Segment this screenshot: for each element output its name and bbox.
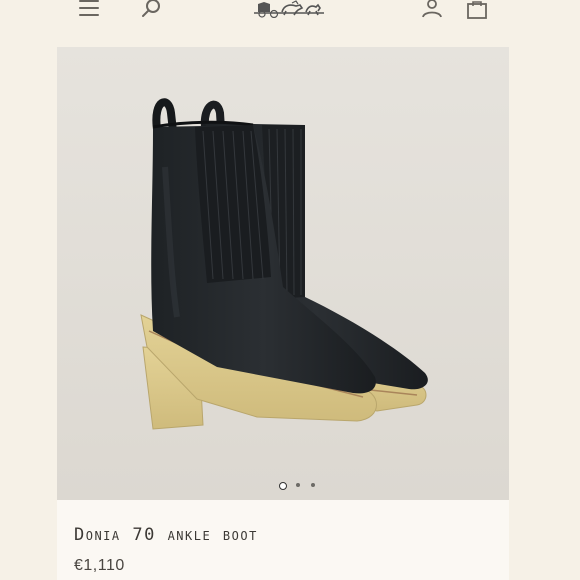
carriage-logo[interactable] <box>252 0 326 19</box>
product-card: Donia 70 ankle boot €1,110 <box>57 47 509 580</box>
product-image[interactable] <box>57 47 509 500</box>
carousel-dot-2[interactable] <box>296 483 300 487</box>
product-price: €1,110 <box>74 557 125 574</box>
account-icon[interactable] <box>420 0 444 20</box>
top-navigation-bar <box>0 0 580 26</box>
product-name[interactable]: Donia 70 ankle boot <box>74 525 258 545</box>
menu-icon[interactable] <box>79 0 99 18</box>
shopping-bag-icon[interactable] <box>464 0 490 20</box>
carousel-dot-3[interactable] <box>311 483 315 487</box>
carousel-indicator <box>57 481 509 490</box>
carousel-dot-1[interactable] <box>279 482 287 490</box>
search-icon[interactable] <box>140 0 164 20</box>
